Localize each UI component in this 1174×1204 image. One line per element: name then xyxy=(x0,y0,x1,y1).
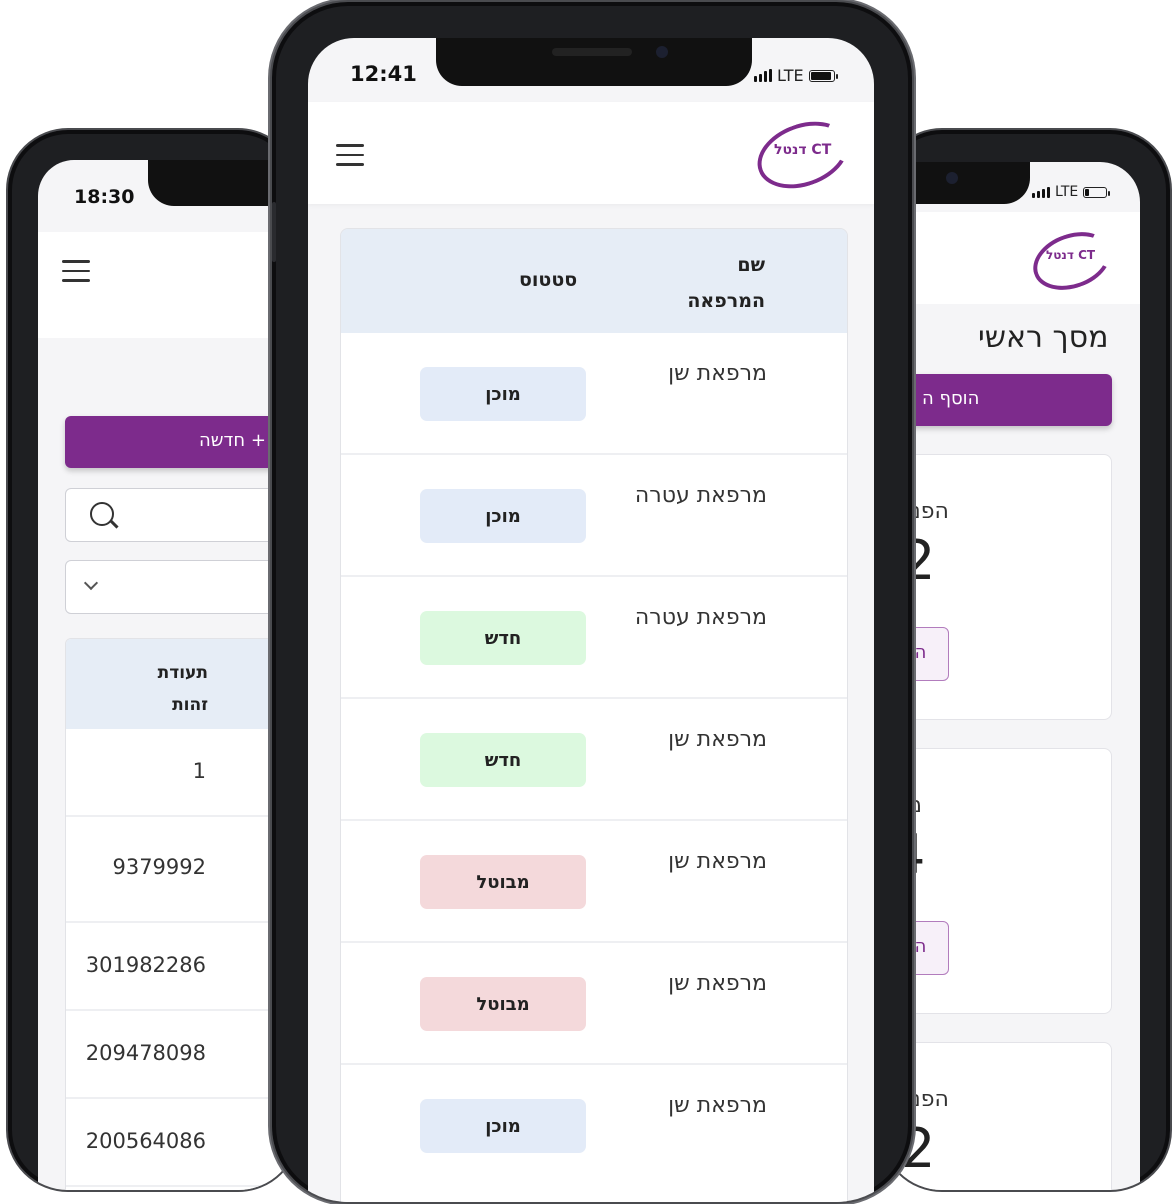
clinic-name: מרפאת עטרה xyxy=(634,605,767,630)
menu-icon[interactable] xyxy=(62,260,90,289)
status-badge: חדש xyxy=(420,733,586,787)
id-cell: 209478098 xyxy=(85,1041,206,1065)
center-topbar: דנטל CT xyxy=(308,102,874,204)
status-time: 18:30 xyxy=(74,186,135,208)
filter-select[interactable] xyxy=(65,560,298,614)
right-phone: LTE דנטל CT מסך ראשי הוסף ה הפני 2 הצ מ … xyxy=(880,128,1172,1192)
ids-table: תעודת זהות 1 9379992 301982286 209478098… xyxy=(65,638,298,1190)
table-row[interactable]: מרפאת שן חדש xyxy=(341,699,847,821)
logo-text: דנטל CT xyxy=(774,142,832,158)
table-header: תעודת זהות xyxy=(66,639,298,729)
table-row[interactable]: 200564086 xyxy=(66,1099,298,1187)
camera-dot xyxy=(946,172,958,184)
menu-icon[interactable] xyxy=(336,144,364,173)
table-row[interactable]: מרפאת שן מוכן xyxy=(341,333,847,455)
left-topbar xyxy=(38,232,298,338)
clinic-name: מרפאת עטרה xyxy=(634,483,767,508)
status-badge: מבוטל xyxy=(420,977,586,1031)
battery-icon xyxy=(1083,186,1111,198)
id-cell: 1 xyxy=(192,759,206,783)
stat-card: מ 4 הצ xyxy=(882,748,1112,1014)
status-badge: חדש xyxy=(420,611,586,665)
right-screen: LTE דנטל CT מסך ראשי הוסף ה הפני 2 הצ מ … xyxy=(882,162,1140,1190)
status-badge: מבוטל xyxy=(420,855,586,909)
new-record-label: + חדשה xyxy=(199,430,266,451)
signal-icon xyxy=(1032,186,1050,198)
clinic-column-header: שם המרפאה xyxy=(687,254,765,312)
left-phone: 18:30 + חדשה תעודת זהות 1 9379992 301982… xyxy=(6,128,300,1192)
status-badge: מוכן xyxy=(420,489,586,543)
status-badge: מוכן xyxy=(420,1099,586,1153)
clinic-name: מרפאת שן xyxy=(668,1093,767,1118)
status-indicators: LTE xyxy=(754,66,838,85)
clinic-name: מרפאת שן xyxy=(668,849,767,874)
network-label: LTE xyxy=(777,66,804,85)
table-row[interactable]: מרפאת שן מבוטל xyxy=(341,821,847,943)
speaker-grill xyxy=(552,48,632,56)
table-row[interactable]: 301982286 xyxy=(66,923,298,1011)
side-button xyxy=(272,202,276,262)
center-notch xyxy=(436,38,752,86)
center-screen: 12:41 LTE דנטל CT שם המרפאה סטטוס מרפאת … xyxy=(308,38,874,1202)
id-column-header: תעודת זהות xyxy=(157,663,208,715)
page-title: מסך ראשי xyxy=(978,320,1109,355)
right-topbar: דנטל CT xyxy=(882,212,1140,304)
stat-card: הפני 2 הצ xyxy=(882,454,1112,720)
signal-icon xyxy=(754,69,772,82)
status-indicators: LTE xyxy=(1032,184,1111,200)
id-cell: 200564086 xyxy=(85,1129,206,1153)
status-badge: מוכן xyxy=(420,367,586,421)
center-phone: 12:41 LTE דנטל CT שם המרפאה סטטוס מרפאת … xyxy=(270,0,914,1204)
brand-logo: דנטל CT xyxy=(1025,221,1119,301)
table-row[interactable]: 9379992 xyxy=(66,817,298,923)
id-cell: 9379992 xyxy=(112,855,206,879)
id-cell: 301982286 xyxy=(85,953,206,977)
status-time: 12:41 xyxy=(350,62,417,86)
table-row[interactable]: מרפאת עטרה חדש xyxy=(341,577,847,699)
battery-icon xyxy=(808,69,838,82)
table-row[interactable]: 209478098 xyxy=(66,1011,298,1099)
stat-card: הפני 2 xyxy=(882,1042,1112,1190)
table-row[interactable]: 1 xyxy=(66,729,298,817)
brand-logo: דנטל CT xyxy=(748,109,858,201)
new-record-button[interactable]: + חדשה xyxy=(65,416,298,468)
network-label: LTE xyxy=(1055,184,1079,200)
clinic-name: מרפאת שן xyxy=(668,361,767,386)
search-icon-handle xyxy=(110,520,119,529)
table-header: שם המרפאה סטטוס xyxy=(341,229,847,333)
search-input[interactable] xyxy=(65,488,298,542)
add-button-label: הוסף ה xyxy=(922,388,980,409)
chevron-down-icon xyxy=(83,575,99,591)
left-screen: 18:30 + חדשה תעודת זהות 1 9379992 301982… xyxy=(38,160,298,1190)
table-row[interactable]: מרפאת עטרה מוכן xyxy=(341,455,847,577)
add-button[interactable]: הוסף ה xyxy=(882,374,1112,426)
requests-table: שם המרפאה סטטוס מרפאת שן מוכן מרפאת עטרה… xyxy=(340,228,848,1202)
clinic-name: מרפאת שן xyxy=(668,971,767,996)
table-row[interactable]: מרפאת שן מוכן xyxy=(341,1065,847,1202)
clinic-name: מרפאת שן xyxy=(668,727,767,752)
status-column-header: סטטוס xyxy=(519,269,578,291)
logo-text: דנטל CT xyxy=(1046,248,1096,262)
table-row[interactable]: מרפאת שן מבוטל xyxy=(341,943,847,1065)
camera-dot xyxy=(656,46,668,58)
